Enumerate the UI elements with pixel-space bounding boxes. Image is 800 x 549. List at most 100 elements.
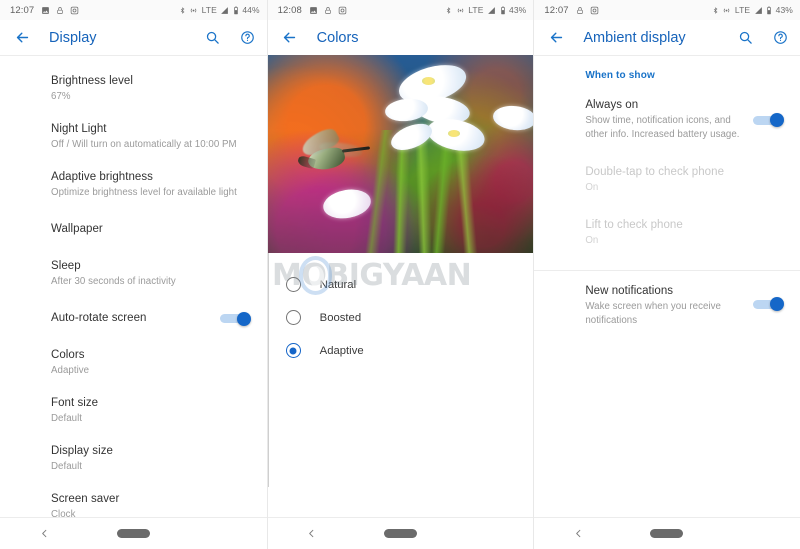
section-header-when-to-show: When to show: [585, 70, 655, 81]
list-item-auto-rotate[interactable]: Auto-rotate screen: [0, 298, 267, 339]
always-on-toggle[interactable]: [752, 113, 784, 127]
lock-icon: [324, 6, 332, 15]
option-natural[interactable]: Natural: [268, 268, 534, 301]
signal-icon: [220, 6, 229, 15]
status-left-icons: [41, 6, 178, 15]
list-item-new-notifications[interactable]: New notifications Wake screen when you r…: [534, 271, 800, 337]
help-icon[interactable]: [239, 29, 257, 47]
list-item-subtitle: On: [585, 182, 599, 193]
status-left-icons: [309, 6, 445, 15]
auto-rotate-toggle[interactable]: [219, 311, 251, 326]
list-item-title: Always on: [585, 99, 639, 111]
system-nav-bar: [534, 517, 800, 549]
toggle-thumb: [236, 311, 251, 326]
status-right-icons: LTE 43%: [445, 5, 526, 15]
hotspot-icon: [189, 6, 198, 15]
list-item-title: Colors: [51, 349, 85, 361]
nav-back-icon[interactable]: [0, 527, 89, 540]
option-adaptive[interactable]: Adaptive: [268, 334, 534, 367]
list-item-subtitle: Adaptive: [51, 365, 90, 376]
bluetooth-icon: [445, 6, 452, 15]
status-time: 12:08: [277, 4, 302, 16]
battery-icon: [500, 5, 506, 15]
list-item[interactable]: Sleep After 30 seconds of inactivity: [0, 250, 267, 298]
list-item-title: Display size: [51, 445, 113, 457]
new-notifications-toggle[interactable]: [752, 297, 784, 311]
status-bar: 12:08 LTE 43%: [267, 0, 534, 20]
radio-button[interactable]: [285, 277, 301, 292]
list-item-title: Brightness level: [51, 75, 133, 87]
network-type-label: LTE: [734, 5, 751, 15]
search-icon[interactable]: [204, 29, 222, 47]
list-item[interactable]: Font size Default: [0, 387, 267, 435]
list-item-always-on[interactable]: Always on Show time, notification icons,…: [534, 89, 800, 151]
page-title: Display: [49, 29, 97, 46]
list-item-subtitle: Default: [51, 413, 83, 424]
search-icon[interactable]: [737, 29, 755, 47]
status-time: 12:07: [10, 4, 35, 16]
list-item-subtitle: After 30 seconds of inactivity: [51, 276, 176, 287]
list-item[interactable]: Adaptive brightness Optimize brightness …: [0, 161, 267, 209]
back-arrow-icon[interactable]: [11, 27, 33, 49]
home-pill-shape: [116, 529, 150, 538]
network-type-label: LTE: [468, 5, 484, 15]
list-item[interactable]: Night Light Off / Will turn on automatic…: [0, 113, 267, 161]
list-item[interactable]: Colors Adaptive: [0, 339, 267, 387]
ambient-display-content: When to show Always on Show time, notifi…: [534, 55, 800, 517]
list-item[interactable]: Brightness level 67%: [0, 65, 267, 113]
preview-flower-center: [421, 76, 436, 85]
nav-back-icon[interactable]: [268, 527, 356, 540]
option-boosted[interactable]: Boosted: [268, 301, 534, 334]
lock-icon: [56, 6, 64, 15]
battery-percent-label: 44%: [242, 5, 260, 15]
nav-back-icon[interactable]: [534, 527, 622, 540]
system-nav-bar: [0, 517, 267, 549]
screenshot-icon: [309, 6, 318, 15]
radio-button-selected[interactable]: [285, 343, 301, 358]
list-item-lift-to-check[interactable]: Lift to check phone On: [534, 204, 800, 257]
option-label: Natural: [319, 278, 357, 291]
radio-button[interactable]: [285, 310, 301, 325]
hotspot-icon: [456, 6, 465, 15]
back-arrow-icon[interactable]: [279, 27, 301, 49]
camera-icon: [70, 6, 79, 15]
app-bar: Ambient display: [534, 20, 800, 55]
list-item-subtitle: Off / Will turn on automatically at 10:0…: [51, 139, 237, 150]
phone-screen-ambient-display: 12:07 LTE 43% Ambient display When to sh…: [533, 0, 800, 549]
back-arrow-icon[interactable]: [545, 27, 567, 49]
battery-icon: [766, 5, 772, 15]
list-item-double-tap[interactable]: Double-tap to check phone On: [534, 151, 800, 204]
bluetooth-icon: [712, 6, 719, 15]
three-phone-screenshots: 12:07 LTE 44% Display Brightness level 6…: [0, 0, 800, 549]
list-item-title: Double-tap to check phone: [585, 166, 725, 178]
option-label: Adaptive: [319, 344, 364, 357]
list-item[interactable]: Display size Default: [0, 435, 267, 483]
system-nav-bar: [267, 517, 534, 549]
nav-home-pill[interactable]: [623, 529, 711, 538]
list-item-subtitle: Clock: [51, 509, 76, 517]
preview-flower: [492, 104, 534, 133]
home-pill-shape: [383, 529, 417, 538]
home-pill-shape: [650, 529, 684, 538]
list-item[interactable]: Wallpaper: [0, 209, 267, 250]
battery-icon: [233, 5, 239, 15]
help-icon[interactable]: [772, 29, 790, 47]
option-label: Boosted: [319, 311, 362, 324]
nav-home-pill[interactable]: [89, 529, 178, 538]
status-bar: 12:07 LTE: [534, 0, 800, 20]
list-item[interactable]: Screen saver Clock: [0, 483, 267, 517]
list-item-subtitle: On: [585, 235, 599, 246]
battery-percent-label: 43%: [775, 5, 793, 15]
nav-home-pill[interactable]: [356, 529, 444, 538]
status-bar: 12:07 LTE: [0, 0, 267, 20]
preview-hummingbird: [297, 124, 370, 174]
status-time: 12:07: [544, 4, 569, 16]
status-right-icons: LTE 43%: [712, 5, 793, 15]
camera-icon: [590, 6, 599, 15]
color-preview-image: [267, 55, 534, 253]
preview-photo-hummingbird-flowers: [267, 55, 534, 253]
settings-list-container: Brightness level 67% Night Light Off / W…: [0, 55, 267, 517]
network-type-label: LTE: [201, 5, 217, 15]
bluetooth-icon: [179, 6, 186, 15]
list-item-subtitle: Default: [51, 461, 83, 472]
